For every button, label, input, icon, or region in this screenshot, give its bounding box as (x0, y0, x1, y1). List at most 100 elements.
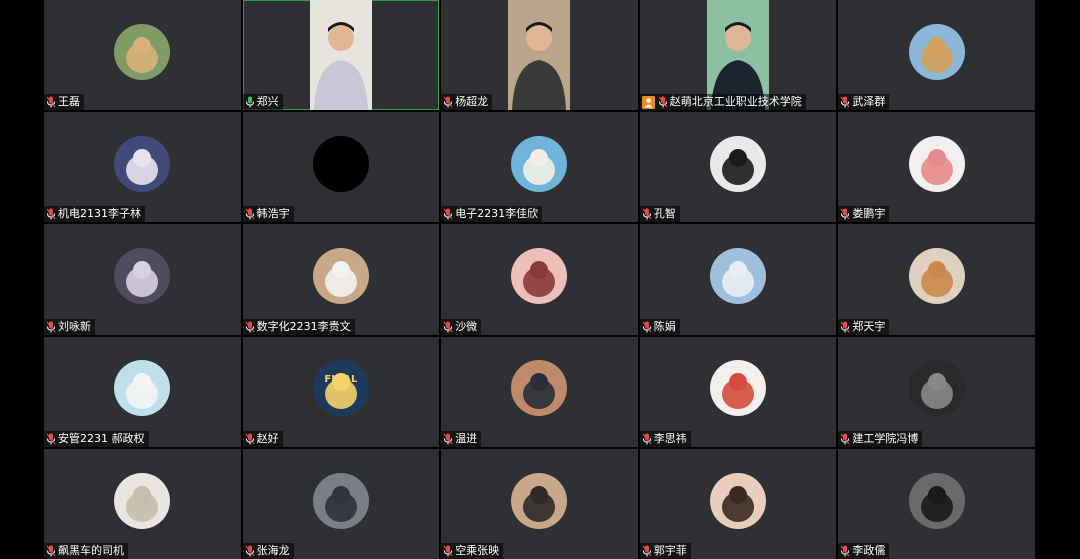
participant-tile[interactable]: 李思祎 (639, 336, 837, 447)
mic-muted-icon[interactable] (642, 545, 652, 557)
participant-name-bar: 韩浩宇 (242, 206, 294, 223)
mic-speaking-icon[interactable] (245, 96, 255, 108)
participant-tile[interactable]: 陈娟 (639, 224, 837, 335)
participant-name-bar: 孔智 (639, 206, 680, 223)
mic-muted-icon[interactable] (443, 321, 453, 333)
participant-name-bar: 武泽群 (838, 94, 890, 111)
participant-tile[interactable]: 娄鹏宇 (838, 112, 1035, 223)
participant-avatar (114, 135, 171, 192)
participant-name: 刘咏新 (58, 319, 91, 333)
participant-avatar (908, 248, 965, 305)
participant-tile[interactable]: 飙黑车的司机 (44, 448, 241, 559)
participant-video (508, 0, 571, 110)
participant-tile[interactable]: 空乘张映 (441, 448, 638, 559)
participant-avatar (710, 360, 767, 417)
avatar-text: FINAL (324, 374, 358, 386)
participant-tile[interactable]: 杨超龙 (441, 0, 638, 111)
participant-tile[interactable]: 刘咏新 (44, 224, 241, 335)
participant-name-bar: 杨超龙 (441, 94, 493, 111)
participant-tile[interactable]: 郑天宇 (838, 224, 1035, 335)
participant-tile[interactable]: 李政儒 (838, 448, 1035, 559)
mic-muted-icon[interactable] (642, 321, 652, 333)
mic-muted-icon[interactable] (245, 321, 255, 333)
mic-muted-icon[interactable] (46, 433, 56, 445)
participant-name: 王磊 (58, 95, 80, 109)
participant-avatar (114, 472, 171, 529)
participant-name-bar: 刘咏新 (44, 318, 95, 335)
participant-tile[interactable]: 武泽群 (838, 0, 1035, 111)
participant-name-bar: 机电2131李子林 (44, 206, 145, 223)
mic-muted-icon[interactable] (840, 96, 850, 108)
participant-name: 机电2131李子林 (58, 207, 141, 221)
participant-name-bar: 李思祎 (639, 430, 691, 447)
participant-tile[interactable]: 安管2231 郝政权 (44, 336, 241, 447)
participant-name-bar: 数字化2231李贵文 (242, 318, 355, 335)
mic-muted-icon[interactable] (840, 433, 850, 445)
participant-name: 郭宇菲 (653, 543, 687, 557)
mic-muted-icon[interactable] (46, 96, 56, 108)
participant-name: 赵好 (256, 431, 279, 445)
participant-name-bar: 张海龙 (242, 542, 294, 559)
participant-tile[interactable]: 韩浩宇 (242, 112, 440, 223)
participant-avatar (710, 248, 767, 305)
mic-muted-icon[interactable] (46, 208, 56, 220)
participant-avatar (312, 472, 369, 529)
mic-muted-icon[interactable] (642, 208, 652, 220)
participant-tile[interactable]: 机电2131李子林 (44, 112, 241, 223)
participant-name: 武泽群 (852, 95, 886, 109)
participant-name-bar: 温进 (441, 430, 482, 447)
participant-name: 数字化2231李贵文 (256, 319, 351, 333)
participant-name: 赵萌北京工业职业技术学院 (669, 95, 802, 109)
participant-name: 沙微 (455, 319, 478, 333)
participant-tile[interactable]: 沙微 (441, 224, 638, 335)
mic-muted-icon[interactable] (46, 545, 56, 557)
participant-name-bar: 郑兴 (242, 94, 283, 111)
participant-name: 张海龙 (256, 543, 290, 557)
participant-avatar (312, 248, 369, 305)
mic-muted-icon[interactable] (443, 96, 453, 108)
participant-tile[interactable]: 温进 (441, 336, 638, 447)
mic-muted-icon[interactable] (443, 545, 453, 557)
participant-name: 韩浩宇 (256, 207, 290, 221)
participant-avatar (511, 135, 568, 192)
participant-avatar (114, 360, 171, 417)
participant-avatar: FINAL (312, 360, 369, 417)
participant-name: 陈娟 (653, 319, 676, 333)
participant-name: 郑天宇 (852, 319, 886, 333)
participant-name: 温进 (455, 431, 478, 445)
participant-name: 孔智 (653, 207, 676, 221)
mic-muted-icon[interactable] (443, 433, 453, 445)
participant-tile[interactable]: 赵萌北京工业职业技术学院 (639, 0, 837, 111)
mic-muted-icon[interactable] (245, 545, 255, 557)
participant-name-bar: 飙黑车的司机 (44, 542, 128, 559)
mic-muted-icon[interactable] (443, 208, 453, 220)
participant-tile[interactable]: 郭宇菲 (639, 448, 837, 559)
participant-tile[interactable]: 张海龙 (242, 448, 440, 559)
participant-tile[interactable]: 郑兴 (242, 0, 440, 111)
participant-name: 娄鹏宇 (852, 207, 886, 221)
participant-tile[interactable]: 孔智 (639, 112, 837, 223)
participant-name-bar: 安管2231 郝政权 (44, 430, 149, 447)
participant-name: 空乘张映 (455, 543, 500, 557)
participant-tile[interactable]: 电子2231李佳欣 (441, 112, 638, 223)
participant-tile[interactable]: FINAL 赵好 (242, 336, 440, 447)
mic-muted-icon[interactable] (245, 208, 255, 220)
participant-name: 飙黑车的司机 (58, 543, 124, 557)
mic-muted-icon[interactable] (245, 433, 255, 445)
participant-avatar (114, 23, 171, 80)
mic-muted-icon[interactable] (840, 208, 850, 220)
participant-name-bar: 李政儒 (838, 542, 890, 559)
participant-tile[interactable]: 数字化2231李贵文 (242, 224, 440, 335)
mic-muted-icon[interactable] (46, 321, 56, 333)
participant-video (309, 0, 372, 110)
mic-muted-icon[interactable] (658, 96, 668, 108)
participant-name: 电子2231李佳欣 (455, 207, 539, 221)
participant-avatar (710, 135, 767, 192)
participant-name-bar: 赵好 (242, 430, 283, 447)
participant-tile[interactable]: 建工学院冯博 (838, 336, 1035, 447)
mic-muted-icon[interactable] (840, 321, 850, 333)
mic-muted-icon[interactable] (840, 545, 850, 557)
participant-name-bar: 空乘张映 (441, 542, 504, 559)
mic-muted-icon[interactable] (642, 433, 652, 445)
participant-tile[interactable]: 王磊 (44, 0, 241, 111)
